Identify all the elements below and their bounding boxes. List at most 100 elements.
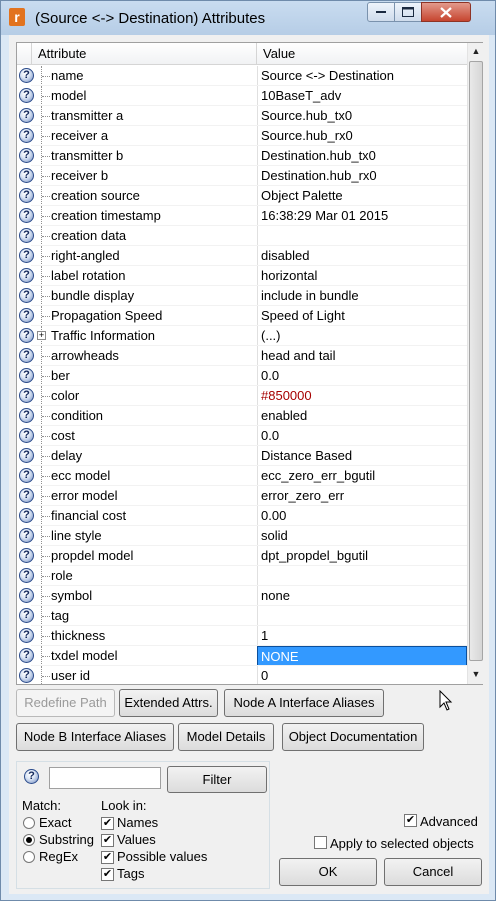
- table-row[interactable]: ? receiver a Source.hub_rx0: [17, 126, 467, 146]
- attribute-value-cell[interactable]: (...): [257, 326, 467, 346]
- help-icon[interactable]: ?: [19, 528, 34, 543]
- look-in-possible-values-label[interactable]: Possible values: [117, 849, 207, 864]
- attribute-name-cell[interactable]: bundle display: [51, 286, 256, 306]
- help-icon[interactable]: ?: [19, 68, 34, 83]
- attribute-value-cell[interactable]: Object Palette: [257, 186, 467, 206]
- attribute-value-cell[interactable]: Destination.hub_tx0: [257, 146, 467, 166]
- attribute-name-cell[interactable]: ber: [51, 366, 256, 386]
- attribute-name-cell[interactable]: creation data: [51, 226, 256, 246]
- node-b-interface-aliases-button[interactable]: Node B Interface Aliases: [16, 723, 174, 751]
- advanced-label[interactable]: Advanced: [420, 814, 478, 829]
- attribute-name-cell[interactable]: Propagation Speed: [51, 306, 256, 326]
- table-row[interactable]: ? creation timestamp 16:38:29 Mar 01 2015: [17, 206, 467, 226]
- match-regex-radio[interactable]: [23, 851, 35, 863]
- table-row[interactable]: ? delay Distance Based: [17, 446, 467, 466]
- attribute-name-cell[interactable]: transmitter a: [51, 106, 256, 126]
- help-icon[interactable]: ?: [19, 308, 34, 323]
- table-row[interactable]: ? Propagation Speed Speed of Light: [17, 306, 467, 326]
- attribute-name-cell[interactable]: color: [51, 386, 256, 406]
- help-icon[interactable]: ?: [19, 288, 34, 303]
- attribute-value-cell[interactable]: ecc_zero_err_bgutil: [257, 466, 467, 486]
- table-row[interactable]: ? transmitter b Destination.hub_tx0: [17, 146, 467, 166]
- help-icon[interactable]: ?: [19, 208, 34, 223]
- help-icon[interactable]: ?: [19, 568, 34, 583]
- help-icon[interactable]: ?: [19, 628, 34, 643]
- table-row[interactable]: ? thickness 1: [17, 626, 467, 646]
- attribute-value-cell[interactable]: 0.0: [257, 426, 467, 446]
- help-icon[interactable]: ?: [19, 608, 34, 623]
- help-icon[interactable]: ?: [19, 468, 34, 483]
- table-row[interactable]: ? creation data: [17, 226, 467, 246]
- scroll-down-icon[interactable]: ▼: [468, 666, 484, 683]
- help-icon[interactable]: ?: [19, 548, 34, 563]
- attribute-value-cell[interactable]: Distance Based: [257, 446, 467, 466]
- advanced-checkbox[interactable]: ✔: [404, 814, 417, 827]
- help-icon[interactable]: ?: [19, 108, 34, 123]
- attribute-name-cell[interactable]: symbol: [51, 586, 256, 606]
- table-row[interactable]: ? error model error_zero_err: [17, 486, 467, 506]
- look-in-names-label[interactable]: Names: [117, 815, 158, 830]
- attribute-name-cell[interactable]: error model: [51, 486, 256, 506]
- match-exact-radio[interactable]: [23, 817, 35, 829]
- help-icon[interactable]: ?: [19, 268, 34, 283]
- table-row[interactable]: ? right-angled disabled: [17, 246, 467, 266]
- table-row[interactable]: ? line style solid: [17, 526, 467, 546]
- scroll-up-icon[interactable]: ▲: [468, 43, 484, 60]
- attribute-value-cell[interactable]: Destination.hub_rx0: [257, 166, 467, 186]
- attribute-name-cell[interactable]: Traffic Information: [51, 326, 256, 346]
- attribute-name-cell[interactable]: name: [51, 66, 256, 86]
- table-row[interactable]: ? bundle display include in bundle: [17, 286, 467, 306]
- look-in-possible-values-checkbox[interactable]: ✔: [101, 851, 114, 864]
- cancel-button[interactable]: Cancel: [384, 858, 482, 886]
- match-exact-label[interactable]: Exact: [39, 815, 72, 830]
- table-row[interactable]: ? condition enabled: [17, 406, 467, 426]
- vertical-scrollbar[interactable]: ▲ ▼: [467, 43, 484, 684]
- table-row[interactable]: ? ecc model ecc_zero_err_bgutil: [17, 466, 467, 486]
- attribute-value-cell[interactable]: Source <-> Destination: [257, 66, 467, 86]
- match-regex-label[interactable]: RegEx: [39, 849, 78, 864]
- help-icon[interactable]: ?: [19, 228, 34, 243]
- help-icon[interactable]: ?: [19, 328, 34, 343]
- attribute-name-cell[interactable]: txdel model: [51, 646, 256, 666]
- attribute-name-cell[interactable]: financial cost: [51, 506, 256, 526]
- attribute-value-cell[interactable]: none: [257, 586, 467, 606]
- table-row[interactable]: ? receiver b Destination.hub_rx0: [17, 166, 467, 186]
- attribute-value-cell[interactable]: [257, 606, 467, 626]
- attribute-name-cell[interactable]: model: [51, 86, 256, 106]
- table-row[interactable]: ? label rotation horizontal: [17, 266, 467, 286]
- table-row[interactable]: ? symbol none: [17, 586, 467, 606]
- match-substring-radio[interactable]: [23, 834, 35, 846]
- look-in-tags-label[interactable]: Tags: [117, 866, 144, 881]
- column-header-value[interactable]: Value: [257, 43, 467, 65]
- help-icon[interactable]: ?: [19, 428, 34, 443]
- attribute-name-cell[interactable]: label rotation: [51, 266, 256, 286]
- attribute-value-cell[interactable]: include in bundle: [257, 286, 467, 306]
- column-header-attribute[interactable]: Attribute: [31, 43, 257, 65]
- apply-to-selected-checkbox[interactable]: [314, 836, 327, 849]
- help-icon[interactable]: ?: [19, 188, 34, 203]
- table-row[interactable]: ? tag: [17, 606, 467, 626]
- attribute-name-cell[interactable]: line style: [51, 526, 256, 546]
- help-icon[interactable]: ?: [19, 588, 34, 603]
- attribute-value-cell[interactable]: 0.0: [257, 366, 467, 386]
- help-icon[interactable]: ?: [19, 168, 34, 183]
- table-row[interactable]: ? + Traffic Information (...): [17, 326, 467, 346]
- table-row[interactable]: ? financial cost 0.00: [17, 506, 467, 526]
- table-row[interactable]: ? role: [17, 566, 467, 586]
- attribute-value-cell[interactable]: Source.hub_rx0: [257, 126, 467, 146]
- table-row[interactable]: ? creation source Object Palette: [17, 186, 467, 206]
- help-icon[interactable]: ?: [19, 128, 34, 143]
- title-bar[interactable]: r (Source <-> Destination) Attributes: [1, 1, 495, 35]
- minimize-button[interactable]: [367, 2, 395, 22]
- attribute-value-cell[interactable]: 1: [257, 626, 467, 646]
- attribute-value-cell[interactable]: head and tail: [257, 346, 467, 366]
- table-row[interactable]: ? name Source <-> Destination: [17, 66, 467, 86]
- attribute-value-cell[interactable]: Speed of Light: [257, 306, 467, 326]
- table-row[interactable]: ? arrowheads head and tail: [17, 346, 467, 366]
- attribute-value-cell[interactable]: Source.hub_tx0: [257, 106, 467, 126]
- attribute-name-cell[interactable]: role: [51, 566, 256, 586]
- attribute-value-cell[interactable]: error_zero_err: [257, 486, 467, 506]
- attribute-name-cell[interactable]: receiver b: [51, 166, 256, 186]
- help-icon[interactable]: ?: [19, 348, 34, 363]
- attribute-value-cell[interactable]: [257, 226, 467, 246]
